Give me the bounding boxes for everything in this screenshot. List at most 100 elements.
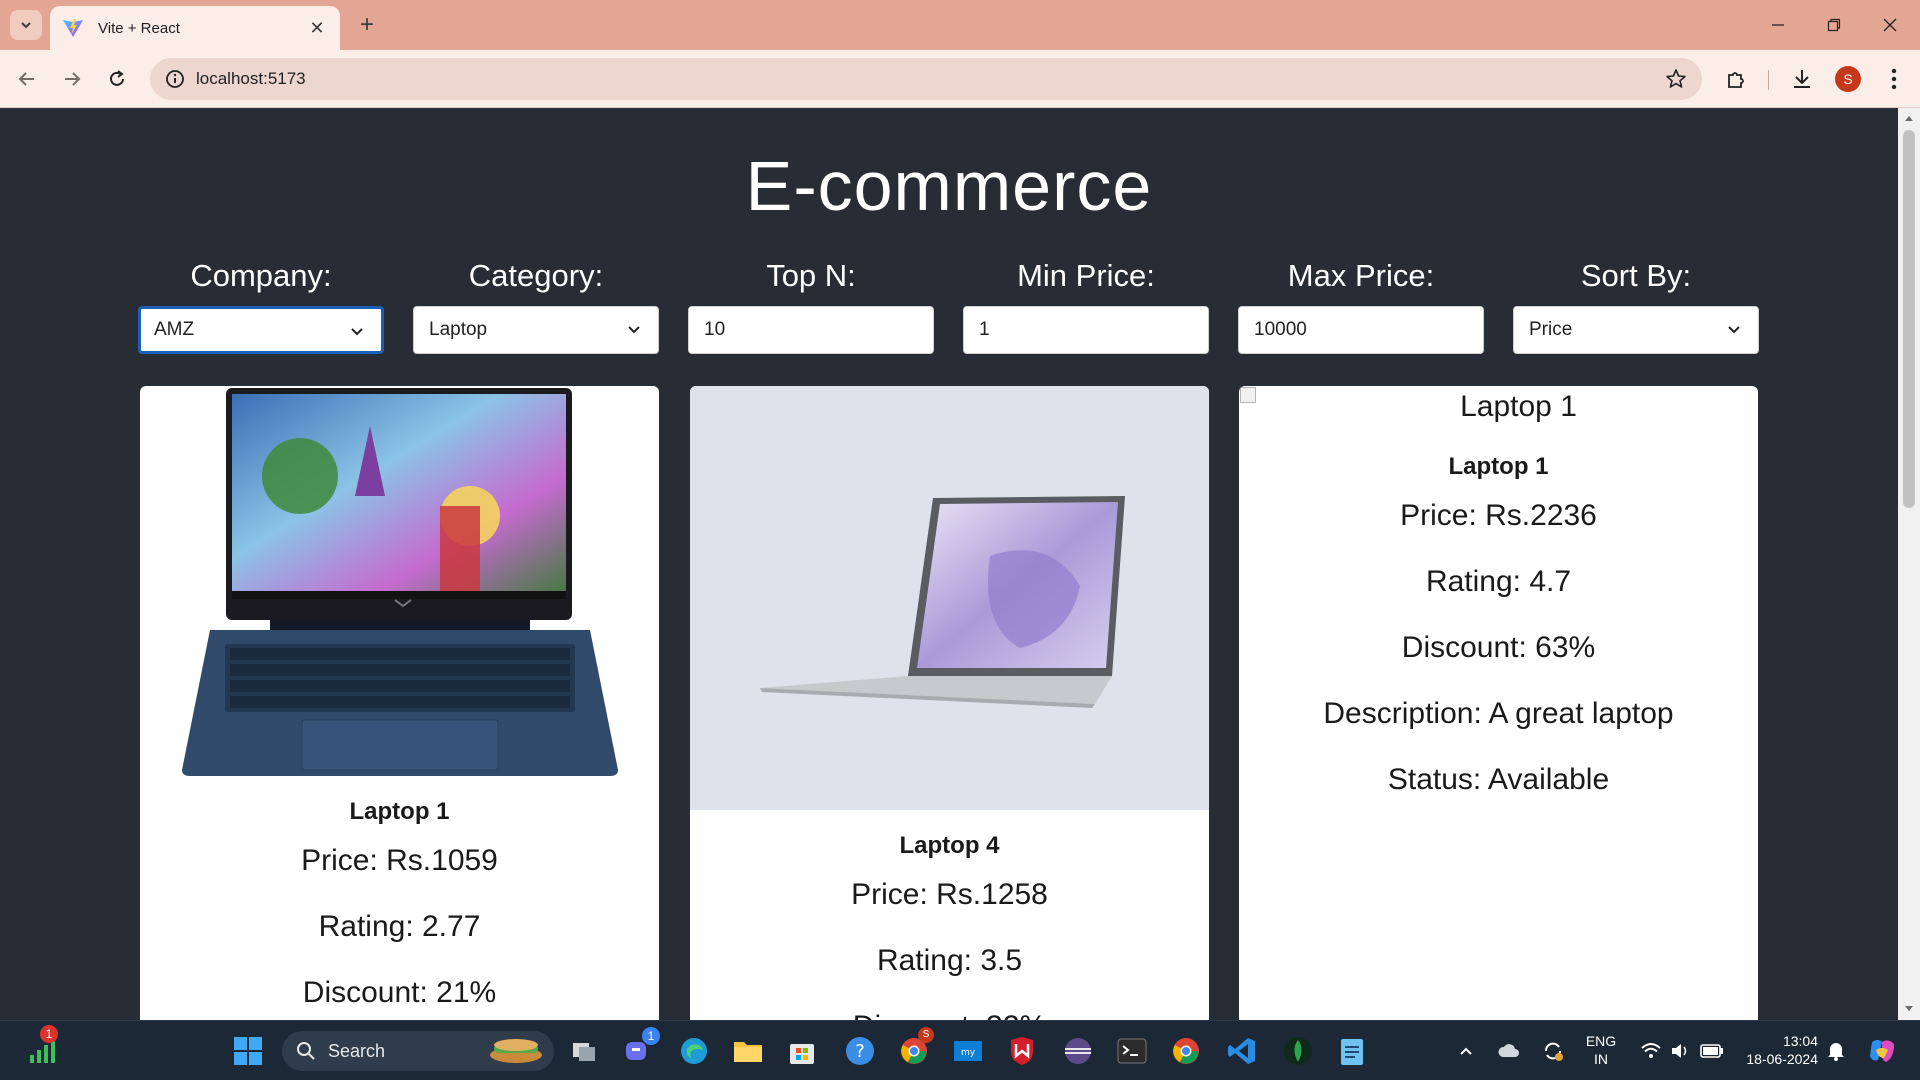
product-card[interactable]: Laptop 1 Price: Rs.1059 Rating: 2.77 Dis… bbox=[140, 386, 659, 1020]
reload-button[interactable] bbox=[100, 62, 134, 96]
myhp-icon: my bbox=[954, 1041, 982, 1061]
new-tab-button[interactable]: + bbox=[352, 10, 382, 40]
close-window-button[interactable] bbox=[1862, 0, 1918, 50]
chrome-app-2[interactable] bbox=[1166, 1031, 1206, 1071]
puzzle-icon bbox=[1728, 72, 1744, 88]
product-discount: Discount: 32% bbox=[690, 1010, 1209, 1020]
product-rating: Rating: 2.77 bbox=[318, 910, 481, 943]
vite-logo-icon bbox=[63, 19, 83, 37]
downloads-button[interactable] bbox=[1788, 65, 1816, 93]
widgets-button[interactable]: 1 bbox=[22, 1025, 62, 1071]
region-code: IN bbox=[1594, 1051, 1608, 1067]
store-icon bbox=[790, 1044, 814, 1064]
more-vert-icon bbox=[1891, 68, 1897, 90]
site-info-icon[interactable] bbox=[164, 68, 186, 90]
product-card[interactable]: Laptop 4 Price: Rs.1258 Rating: 3.5 Disc… bbox=[690, 386, 1209, 1020]
page-scrollbar[interactable] bbox=[1898, 108, 1920, 1020]
close-icon bbox=[1883, 18, 1897, 32]
bookmark-star-icon[interactable] bbox=[1664, 67, 1688, 91]
product-price: Price: Rs.1258 bbox=[851, 878, 1048, 911]
mongodb-app[interactable] bbox=[1278, 1031, 1318, 1071]
product-image-gaming-laptop bbox=[182, 388, 618, 776]
minimize-button[interactable] bbox=[1750, 0, 1806, 50]
browser-toolbar: localhost:5173 bbox=[0, 50, 1920, 108]
product-status: Status: Available bbox=[1387, 763, 1610, 796]
tab-title: Vite + React bbox=[98, 19, 180, 37]
copilot-button[interactable] bbox=[1862, 1031, 1902, 1071]
notifications-button[interactable] bbox=[1822, 1031, 1850, 1071]
tab-close-icon[interactable]: ✕ bbox=[306, 18, 328, 39]
max-price-input[interactable]: 10000 bbox=[1238, 306, 1484, 354]
taskbar-search[interactable]: Search bbox=[282, 1031, 554, 1071]
product-info: Laptop 4 Price: Rs.1258 Rating: 3.5 Disc… bbox=[690, 832, 1209, 1020]
product-discount: Discount: 63% bbox=[1401, 631, 1596, 664]
company-select[interactable]: AMZ bbox=[138, 306, 384, 354]
filter-top-n: Top N: 10 bbox=[688, 258, 934, 354]
forward-button[interactable] bbox=[55, 62, 89, 96]
chrome-app[interactable]: S bbox=[894, 1027, 934, 1071]
scroll-up-icon[interactable] bbox=[1904, 114, 1914, 122]
notepad-app[interactable] bbox=[1332, 1031, 1372, 1071]
browser-tab[interactable]: Vite + React ✕ bbox=[50, 6, 340, 50]
category-select[interactable]: Laptop bbox=[413, 306, 659, 354]
filter-category-label: Category: bbox=[468, 258, 604, 293]
svg-text:?: ? bbox=[855, 1041, 865, 1062]
address-bar[interactable]: localhost:5173 bbox=[150, 58, 1702, 100]
cloud-icon bbox=[1498, 1044, 1519, 1057]
scroll-down-icon[interactable] bbox=[1904, 1005, 1914, 1013]
sync-button[interactable] bbox=[1538, 1031, 1568, 1071]
edge-app[interactable] bbox=[674, 1031, 714, 1071]
product-price: Price: Rs.2236 bbox=[1400, 499, 1597, 532]
copilot-icon bbox=[1870, 1040, 1894, 1062]
onedrive-button[interactable] bbox=[1494, 1031, 1524, 1071]
product-price: Price: Rs.1059 bbox=[301, 844, 498, 877]
chrome-profile-badge: S bbox=[918, 1027, 934, 1043]
max-price-value: 10000 bbox=[1254, 319, 1307, 340]
shield-icon bbox=[1011, 1037, 1033, 1065]
quick-settings-button[interactable] bbox=[1632, 1031, 1732, 1071]
back-button[interactable] bbox=[10, 62, 44, 96]
help-app[interactable]: ? bbox=[840, 1031, 880, 1071]
reload-icon bbox=[110, 70, 124, 86]
url-text: localhost:5173 bbox=[196, 69, 306, 88]
arrow-left-icon bbox=[18, 72, 34, 86]
svg-text:my: my bbox=[961, 1048, 976, 1058]
task-view-button[interactable] bbox=[564, 1031, 604, 1071]
myhp-app[interactable]: my bbox=[948, 1031, 988, 1071]
teams-app[interactable]: 1 bbox=[618, 1027, 660, 1071]
widget-badge: 1 bbox=[40, 1025, 58, 1043]
chevron-down-icon bbox=[351, 328, 363, 336]
sort-by-select-value: Price bbox=[1529, 319, 1573, 340]
eclipse-app[interactable] bbox=[1058, 1031, 1098, 1071]
sort-by-select[interactable]: Price bbox=[1513, 306, 1759, 354]
profile-avatar[interactable]: S bbox=[1835, 66, 1861, 92]
product-rating: Rating: 3.5 bbox=[876, 944, 1023, 977]
help-icon: ? bbox=[846, 1037, 874, 1065]
product-card[interactable]: Laptop 1 Laptop 1 Price: Rs.2236 Rating:… bbox=[1239, 386, 1758, 1020]
terminal-app[interactable] bbox=[1112, 1031, 1152, 1071]
tab-search-button[interactable] bbox=[10, 10, 42, 40]
search-highlight-icon bbox=[490, 1039, 542, 1063]
chrome-menu-button[interactable] bbox=[1880, 65, 1908, 93]
wifi-icon bbox=[1641, 1043, 1661, 1058]
filter-company-label: Company: bbox=[190, 258, 332, 293]
top-n-input[interactable]: 10 bbox=[688, 306, 934, 354]
product-rating: Rating: 4.7 bbox=[1425, 565, 1572, 598]
vscode-app[interactable] bbox=[1222, 1031, 1262, 1071]
clock[interactable]: 13:04 18-06-2024 bbox=[1732, 1032, 1818, 1068]
tray-overflow-button[interactable] bbox=[1452, 1031, 1480, 1071]
sync-icon bbox=[1545, 1042, 1563, 1061]
download-icon bbox=[1794, 70, 1810, 88]
file-explorer-app[interactable] bbox=[728, 1031, 768, 1071]
product-discount: Discount: 21% bbox=[302, 976, 497, 1009]
scrollbar-thumb[interactable] bbox=[1903, 130, 1915, 508]
min-price-input[interactable]: 1 bbox=[963, 306, 1209, 354]
start-button[interactable] bbox=[228, 1031, 268, 1071]
restore-button[interactable] bbox=[1806, 0, 1862, 50]
product-name: Laptop 4 bbox=[899, 832, 1000, 859]
store-app[interactable] bbox=[782, 1031, 822, 1071]
category-select-value: Laptop bbox=[429, 319, 488, 340]
extensions-button[interactable] bbox=[1722, 65, 1750, 93]
language-indicator[interactable]: ENG IN bbox=[1580, 1032, 1622, 1068]
mcafee-app[interactable] bbox=[1002, 1031, 1042, 1071]
